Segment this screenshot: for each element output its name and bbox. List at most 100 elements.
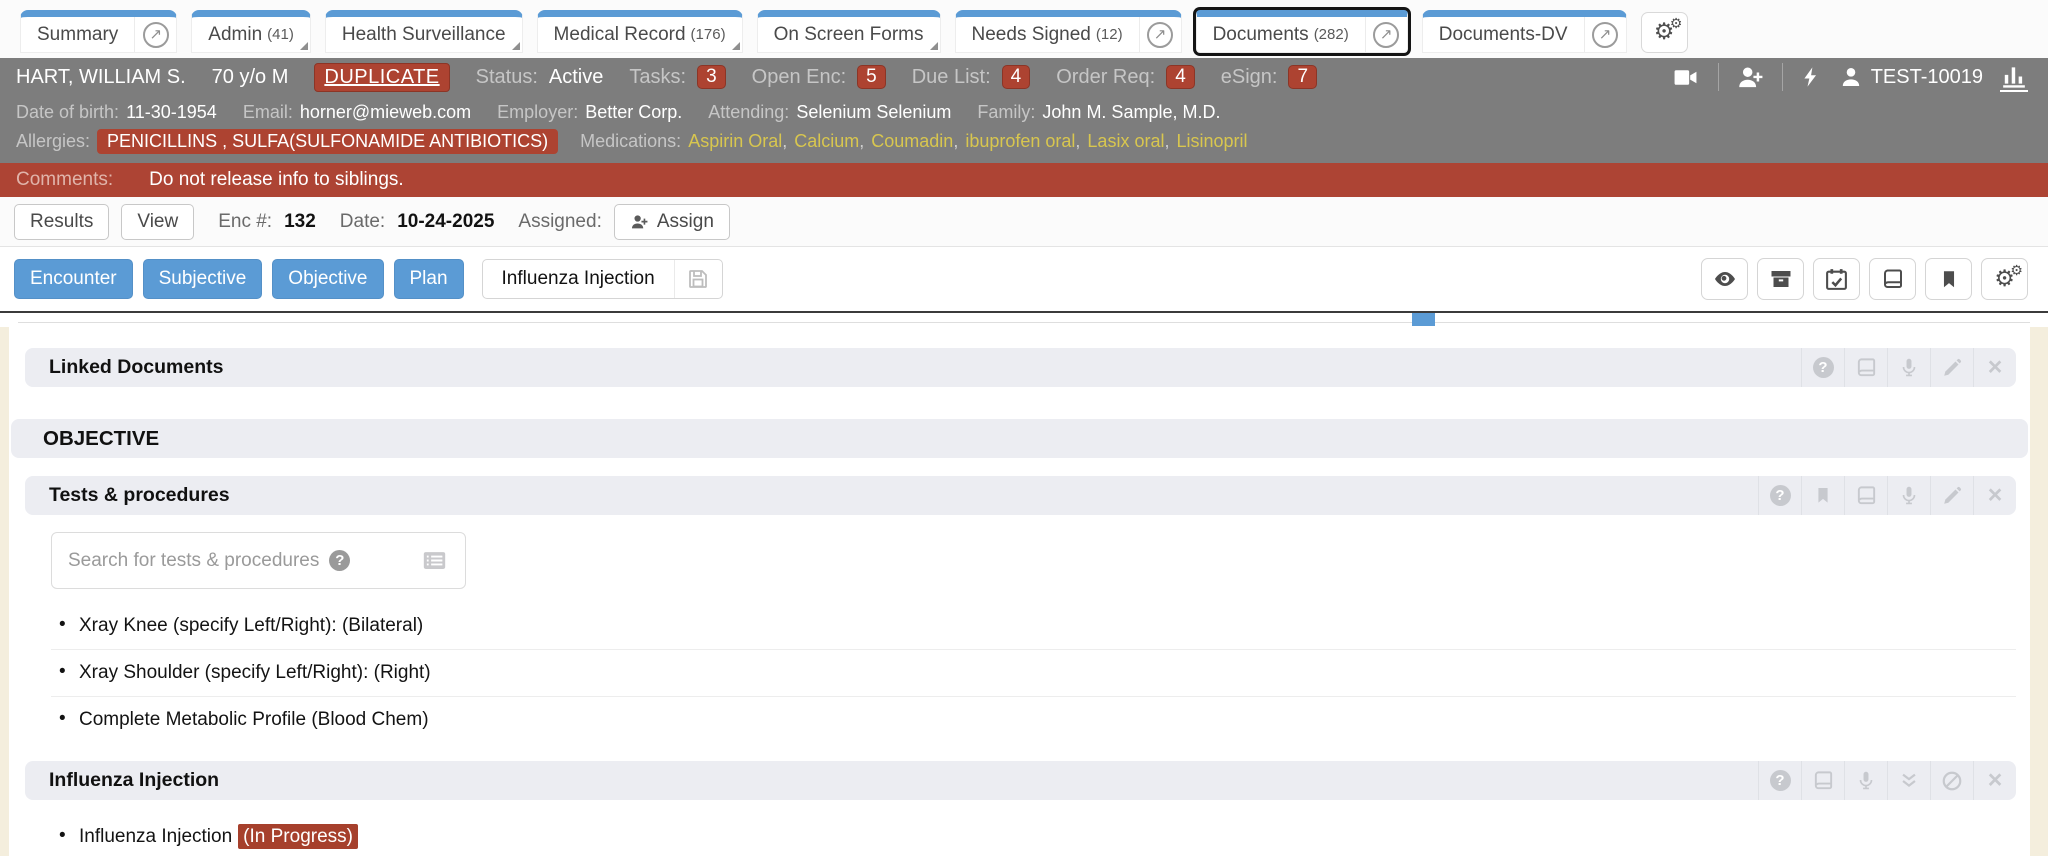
dropdown-fold-icon <box>300 42 308 50</box>
bookmark-button[interactable] <box>1925 258 1972 300</box>
bookmark-button[interactable] <box>1801 476 1844 515</box>
note-panel: Linked Documents ? × OBJECTIVE Tests & p… <box>9 327 2030 856</box>
dropdown-fold-icon <box>930 42 938 50</box>
documents-dv-popout-button[interactable]: ↗ <box>1584 17 1626 52</box>
subjective-nav-button[interactable]: Subjective <box>143 259 263 299</box>
save-button[interactable] <box>674 260 722 298</box>
remove-button[interactable]: × <box>1973 476 2016 515</box>
preview-button[interactable] <box>1701 258 1748 300</box>
edit-button[interactable] <box>1930 348 1973 387</box>
email-value: horner@mieweb.com <box>300 102 471 122</box>
medication-link[interactable]: Coumadin <box>871 131 953 152</box>
edit-button[interactable] <box>1930 476 1973 515</box>
close-icon: × <box>1988 483 2003 508</box>
due-list-count-badge[interactable]: 4 <box>1002 65 1031 89</box>
ban-icon <box>1941 770 1963 792</box>
assign-button[interactable]: Assign <box>614 204 730 240</box>
add-user-icon[interactable] <box>1736 64 1765 91</box>
summary-popout-button[interactable]: ↗ <box>134 17 176 52</box>
tests-procedures-list: Xray Knee (specify Left/Right): (Bilater… <box>51 603 2016 743</box>
archive-box-icon <box>1769 267 1793 291</box>
open-enc-count-badge[interactable]: 5 <box>857 65 886 89</box>
help-button[interactable]: ? <box>1758 761 1801 800</box>
dictate-button[interactable] <box>1887 476 1930 515</box>
book-icon <box>1855 356 1878 379</box>
external-link-icon: ↗ <box>1147 22 1173 48</box>
document-area: Linked Documents ? × OBJECTIVE Tests & p… <box>0 327 2048 856</box>
note-settings-button[interactable]: ⚙⚙ <box>1981 258 2028 300</box>
allergies-badge[interactable]: PENICILLINS , SULFA(SULFONAMIDE ANTIBIOT… <box>97 129 558 154</box>
order-req-count-badge[interactable]: 4 <box>1166 65 1195 89</box>
archive-button[interactable] <box>1757 258 1804 300</box>
tasks-count-badge[interactable]: 3 <box>697 65 726 89</box>
status-badge: (In Progress) <box>238 824 358 849</box>
calendar-check-icon <box>1824 267 1849 292</box>
book-button[interactable] <box>1844 348 1887 387</box>
tab-needs-signed[interactable]: Needs Signed(12) ↗ <box>955 10 1182 53</box>
user-id: TEST-10019 <box>1871 66 1983 89</box>
current-user[interactable]: TEST-10019 <box>1839 65 1983 89</box>
bookmark-icon <box>1938 268 1960 291</box>
medication-link[interactable]: Aspirin Oral <box>688 131 782 152</box>
schedule-button[interactable] <box>1813 258 1860 300</box>
objective-nav-button[interactable]: Objective <box>272 259 383 299</box>
patient-name: HART, WILLIAM S. <box>16 66 186 89</box>
encounter-nav-button[interactable]: Encounter <box>14 259 133 299</box>
divider <box>1782 63 1783 91</box>
bar-chart-icon[interactable] <box>2000 63 2028 92</box>
book-button[interactable] <box>1801 761 1844 800</box>
help-button[interactable]: ? <box>1758 476 1801 515</box>
medication-link[interactable]: Lasix oral <box>1087 131 1164 152</box>
results-button[interactable]: Results <box>14 204 109 240</box>
family-value: John M. Sample, M.D. <box>1042 102 1220 122</box>
plan-nav-button[interactable]: Plan <box>394 259 464 299</box>
comments-text: Do not release info to siblings. <box>149 169 404 191</box>
tab-summary[interactable]: Summary ↗ <box>20 10 177 53</box>
dictate-button[interactable] <box>1887 348 1930 387</box>
note-toolbar: Encounter Subjective Objective Plan Infl… <box>0 247 2048 313</box>
remove-button[interactable]: × <box>1973 348 2016 387</box>
scrollbar-track[interactable] <box>18 322 2030 323</box>
scrollbar-thumb[interactable] <box>1412 313 1435 326</box>
video-camera-icon[interactable] <box>1670 65 1701 90</box>
external-link-icon: ↗ <box>143 22 169 48</box>
medication-link[interactable]: Lisinopril <box>1176 131 1247 152</box>
bolt-icon[interactable] <box>1800 64 1822 90</box>
list-picker-button[interactable] <box>420 547 449 574</box>
documents-popout-button[interactable]: ↗ <box>1365 17 1407 52</box>
expand-button[interactable] <box>1887 761 1930 800</box>
close-icon: × <box>1988 355 2003 380</box>
pencil-icon <box>1941 357 1963 379</box>
esign-count-badge[interactable]: 7 <box>1288 65 1317 89</box>
medication-link[interactable]: Calcium <box>794 131 859 152</box>
status-label: Status: <box>476 66 538 89</box>
remove-button[interactable]: × <box>1973 761 2016 800</box>
medication-link[interactable]: ibuprofen oral <box>965 131 1075 152</box>
help-button[interactable]: ? <box>1801 348 1844 387</box>
divider <box>1718 63 1719 91</box>
tab-on-screen-forms[interactable]: On Screen Forms <box>757 10 941 53</box>
tab-health-surveillance[interactable]: Health Surveillance <box>325 10 523 53</box>
tab-medical-record[interactable]: Medical Record(176) <box>537 10 743 53</box>
tab-settings-button[interactable]: ⚙⚙ <box>1641 12 1688 53</box>
book-button[interactable] <box>1844 476 1887 515</box>
tests-search-input[interactable]: Search for tests & procedures ? <box>51 532 466 589</box>
order-req-label: Order Req: <box>1056 66 1155 89</box>
tab-documents[interactable]: Documents(282) ↗ <box>1196 10 1408 53</box>
microphone-icon <box>1855 769 1877 792</box>
tab-admin[interactable]: Admin(41) <box>191 10 311 53</box>
needs-signed-popout-button[interactable]: ↗ <box>1139 17 1181 52</box>
user-icon <box>1839 65 1863 89</box>
question-icon: ? <box>329 550 350 571</box>
chevron-double-down-icon <box>1898 770 1920 792</box>
cancel-button[interactable] <box>1930 761 1973 800</box>
attending-value: Selenium Selenium <box>796 102 951 122</box>
external-link-icon: ↗ <box>1373 22 1399 48</box>
attending-label: Attending: <box>708 102 789 122</box>
chart-book-button[interactable] <box>1869 258 1916 300</box>
external-link-icon: ↗ <box>1592 22 1618 48</box>
duplicate-flag[interactable]: DUPLICATE <box>314 63 449 92</box>
tab-documents-dv[interactable]: Documents-DV ↗ <box>1422 10 1627 53</box>
view-button[interactable]: View <box>121 204 194 240</box>
dictate-button[interactable] <box>1844 761 1887 800</box>
